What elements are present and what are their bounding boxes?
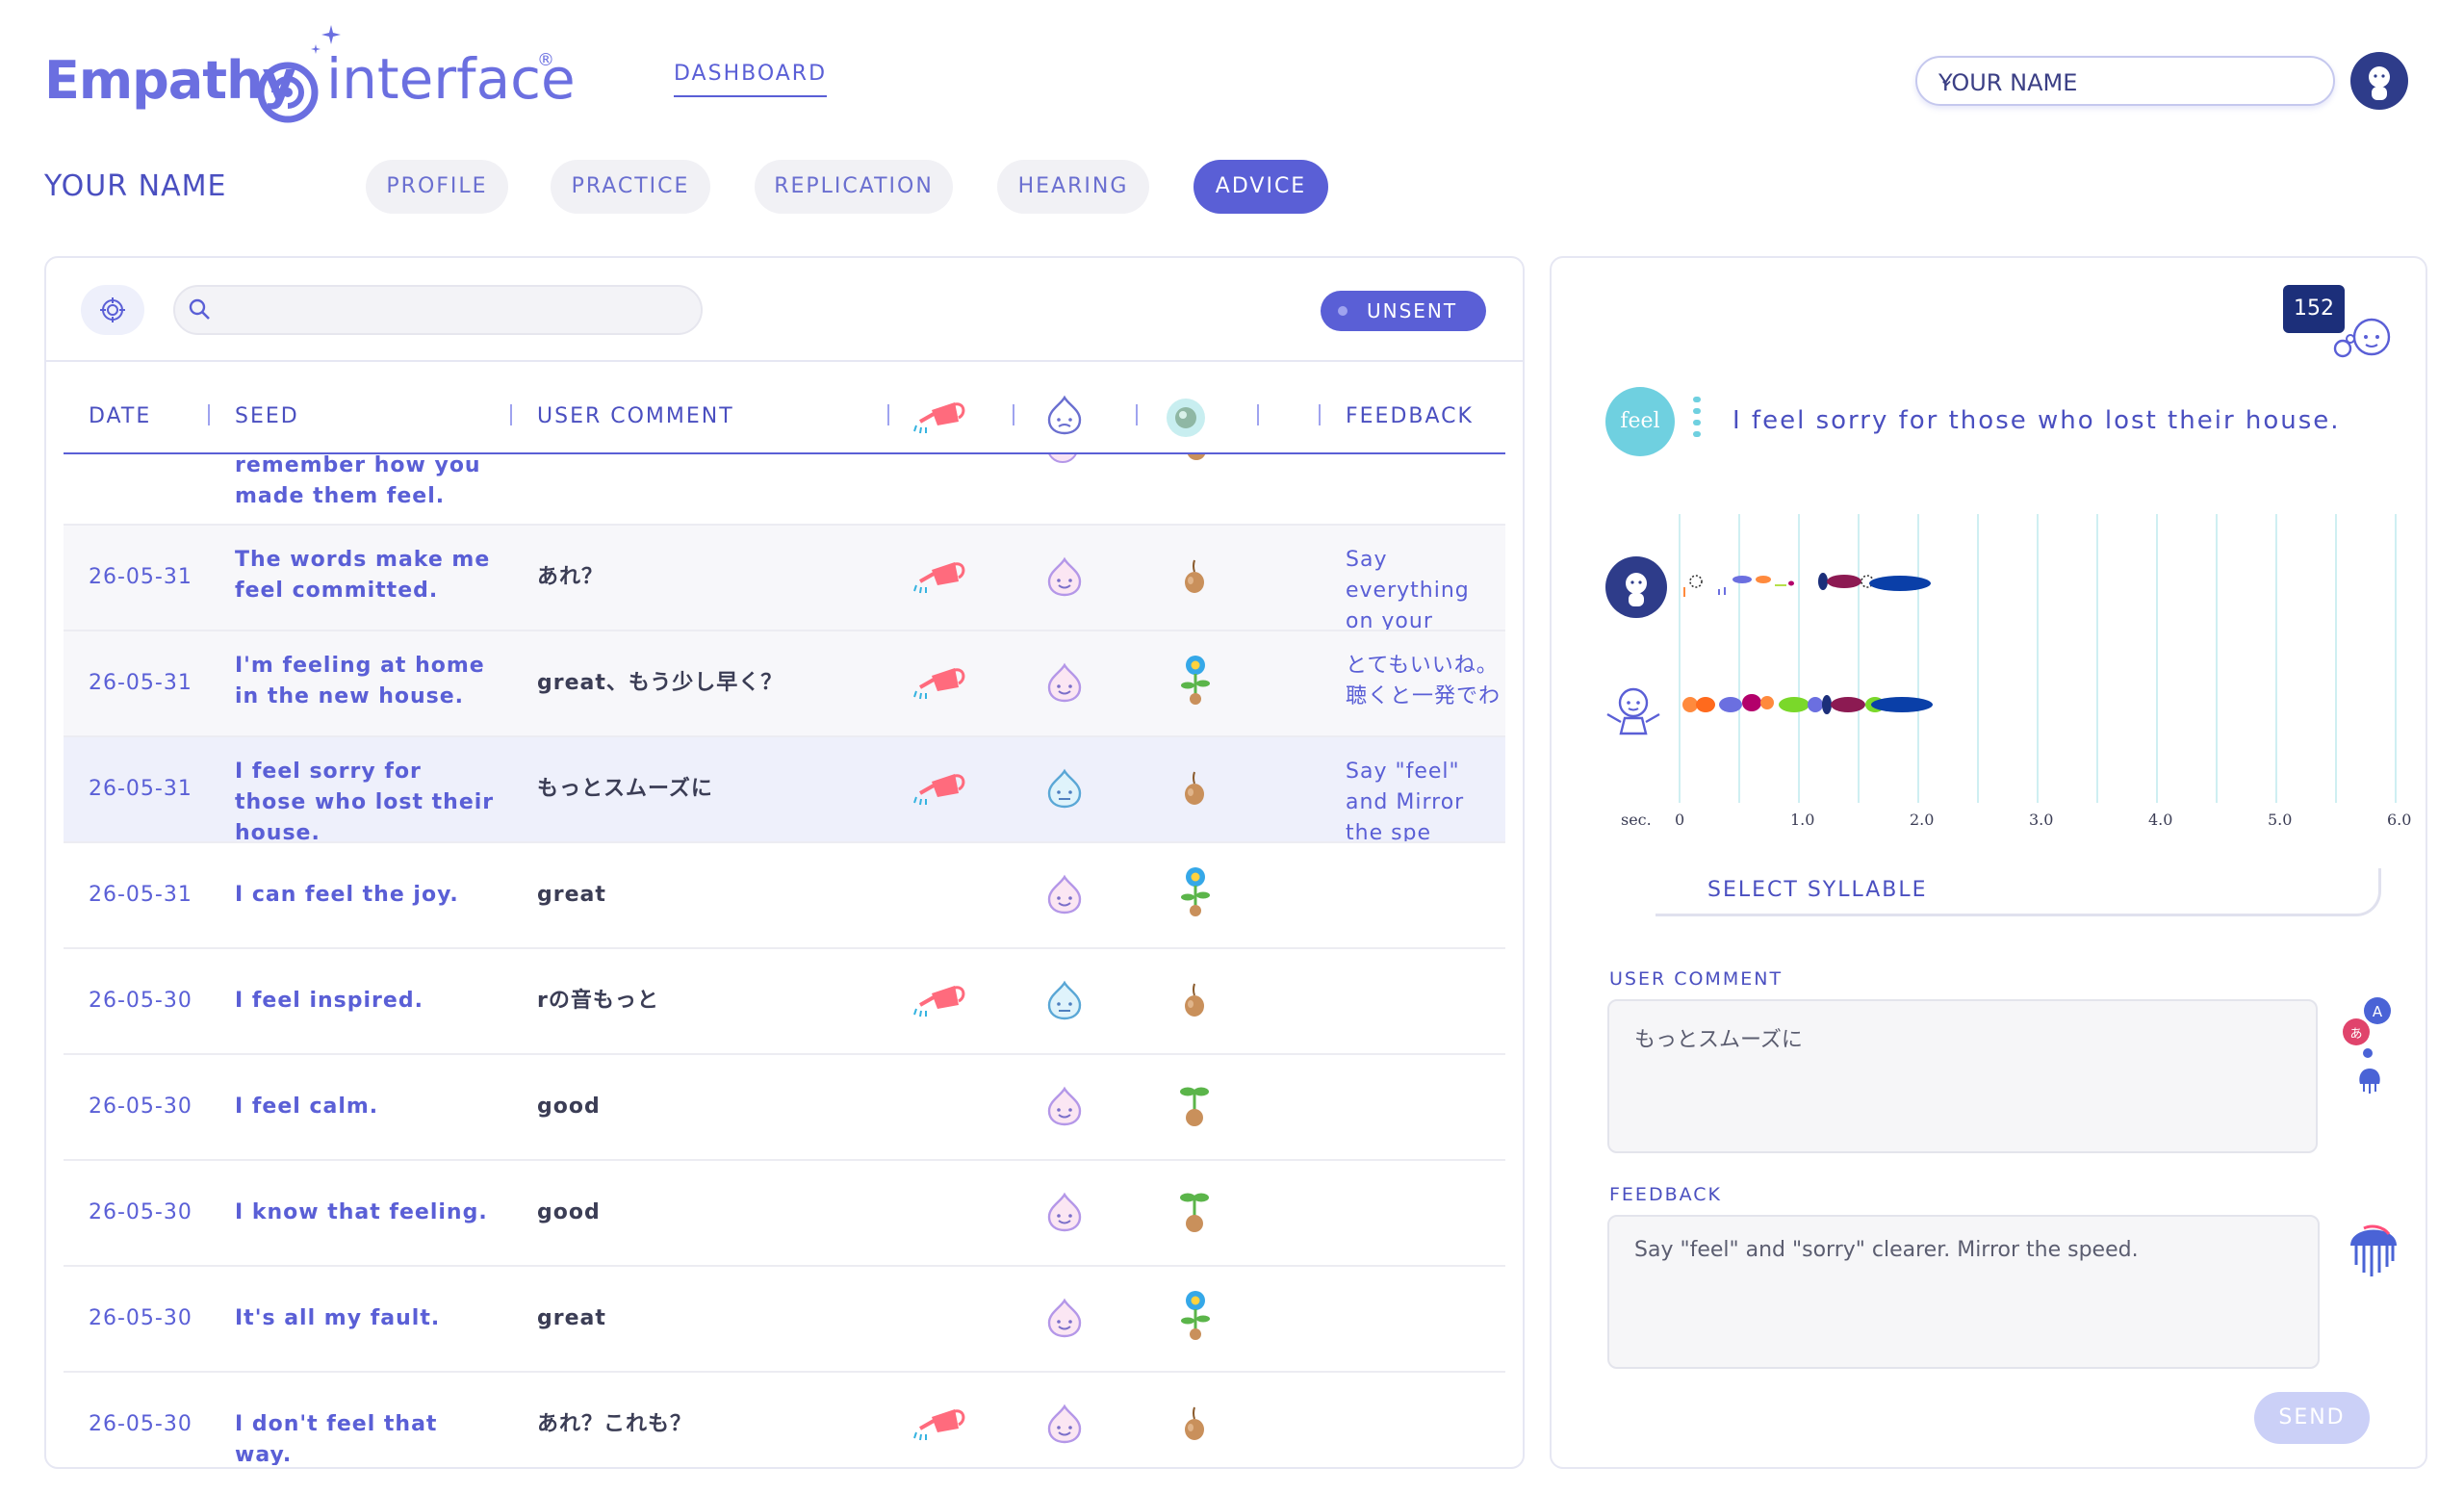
pink-smile-face-icon: [1047, 1404, 1082, 1444]
bulb-icon: [1185, 1406, 1204, 1440]
date-text: 26-05-30: [89, 1306, 192, 1330]
flower-icon: [1181, 656, 1210, 705]
table-row[interactable]: 26-05-31 The words make me feel committe…: [64, 526, 1505, 631]
table-row[interactable]: 26-05-30 I feel inspired. rの音もっと: [64, 949, 1505, 1055]
audio-level-icon: [1693, 397, 1701, 437]
svg-text:A: A: [2373, 1003, 2383, 1020]
pink-smile-face-icon: [1047, 1192, 1082, 1232]
bulb-icon: [1185, 559, 1204, 593]
user-syllable-track: [1683, 573, 1931, 597]
user-track-avatar: [1605, 556, 1667, 618]
pink-smile-face-icon: [1047, 662, 1082, 703]
table-row[interactable]: 26-05-31 I'm feeling at home in the new …: [64, 631, 1505, 737]
date-text: 26-05-30: [89, 1412, 192, 1436]
watering-can-icon[interactable]: [912, 764, 970, 809]
pink-smile-face-icon: [1047, 874, 1082, 914]
listener-character-icon: [2333, 318, 2391, 358]
blue-neutral-face-icon: [1047, 768, 1082, 809]
comment-text: great: [537, 1306, 606, 1330]
seed-text: remember how you made them feel.: [235, 454, 481, 508]
user-comment-value: もっとスムーズに: [1634, 1028, 1803, 1052]
comment-text: あれ？これも？: [537, 1412, 693, 1436]
axis-unit-label: sec.: [1621, 811, 1652, 829]
feedback-label: FEEDBACK: [1609, 1184, 1722, 1205]
jellyfish-icon: [2350, 1224, 2397, 1276]
seed-text: I'm feeling at home in the new house.: [235, 654, 485, 708]
watering-can-icon[interactable]: [912, 1400, 970, 1444]
tick-label: 6.0: [2387, 811, 2412, 829]
flower-icon: [1181, 1291, 1210, 1340]
table-row[interactable]: 26-05-30 I know that feeling. good: [64, 1161, 1505, 1267]
tick-label: 1.0: [1790, 811, 1815, 829]
tick-label: 2.0: [1910, 811, 1935, 829]
table-row-selected[interactable]: 26-05-31 I feel sorry for those who lost…: [64, 737, 1505, 843]
comment-text: rの音もっと: [537, 989, 659, 1013]
seed-text: It's all my fault.: [235, 1306, 441, 1330]
tick-label: 4.0: [2148, 811, 2173, 829]
seed-text: I don't feel that way.: [235, 1412, 438, 1465]
syllable-timeline[interactable]: [1675, 514, 2426, 803]
comment-text: good: [537, 1095, 601, 1119]
seed-text: I can feel the joy.: [235, 883, 459, 907]
user-comment-label: USER COMMENT: [1609, 968, 1784, 990]
feedback-field[interactable]: Say "feel" and "sorry" clearer. Mirror t…: [1607, 1215, 2320, 1369]
avatar-figure-icon: [1626, 573, 1647, 606]
tick-label: 5.0: [2268, 811, 2293, 829]
seed-text: I feel sorry for those who lost their ho…: [235, 760, 495, 843]
comment-text: great: [537, 883, 606, 907]
comment-text: good: [537, 1200, 601, 1224]
pink-smile-face-icon: [1047, 1298, 1082, 1338]
table-row[interactable]: 26-05-31 I can feel the joy. great: [64, 843, 1505, 949]
pink-smile-face-icon: [1047, 556, 1082, 597]
date-text: 26-05-31: [89, 565, 192, 589]
bulb-icon: [1185, 771, 1204, 805]
comment-text: あれ？: [537, 565, 604, 589]
send-button[interactable]: SEND: [2254, 1392, 2370, 1444]
date-text: 26-05-30: [89, 1200, 192, 1224]
bulb-icon: [1185, 983, 1204, 1017]
table-row[interactable]: 26-05-30 I feel calm. good: [64, 1055, 1505, 1161]
table-row-partial[interactable]: remember how you made them feel.: [64, 454, 1505, 526]
mood-face-icon: [1048, 454, 1077, 464]
feedback-text: とてもいいね。 聴くと一発でわ: [1346, 654, 1502, 708]
date-text: 26-05-31: [89, 671, 192, 695]
feel-badge: feel: [1605, 387, 1675, 456]
pink-smile-face-icon: [1047, 1086, 1082, 1126]
select-syllable-button[interactable]: SELECT SYLLABLE: [1656, 868, 2381, 916]
seed-text: I feel inspired.: [235, 989, 424, 1013]
date-text: 26-05-31: [89, 883, 192, 907]
watering-can-icon[interactable]: [912, 658, 970, 703]
selected-sentence: I feel sorry for those who lost their ho…: [1732, 406, 2341, 435]
table-row[interactable]: 26-05-30 I don't feel that way. あれ？これも？: [64, 1373, 1505, 1465]
model-syllable-track: [1682, 694, 1933, 714]
watering-can-icon[interactable]: [912, 553, 970, 597]
sprout-icon: [1180, 1087, 1209, 1126]
watering-can-icon[interactable]: [912, 976, 970, 1020]
feedback-text: Say everything on your pronu: [1346, 548, 1470, 631]
date-text: 26-05-30: [89, 989, 192, 1013]
comment-text: great、もう少し早く？: [537, 671, 783, 695]
tick-label: 0: [1675, 811, 1685, 829]
blue-neutral-face-icon: [1047, 980, 1082, 1020]
tick-label: 3.0: [2029, 811, 2054, 829]
translate-icon[interactable]: A あ: [2339, 995, 2399, 1101]
table-row[interactable]: 26-05-30 It's all my fault. great: [64, 1267, 1505, 1373]
date-text: 26-05-30: [89, 1095, 192, 1119]
feedback-value: Say "feel" and "sorry" clearer. Mirror t…: [1634, 1238, 2139, 1262]
seed-text: The words make me feel committed.: [235, 548, 491, 603]
bulb-icon: [1187, 454, 1206, 460]
feedback-text: Say "feel" and Mirror the spe: [1346, 760, 1465, 843]
seed-text: I feel calm.: [235, 1095, 379, 1119]
svg-text:あ: あ: [2349, 1027, 2362, 1042]
select-syllable-label: SELECT SYLLABLE: [1707, 878, 1928, 902]
seed-text: I know that feeling.: [235, 1200, 488, 1224]
user-comment-field[interactable]: もっとスムーズに: [1607, 999, 2318, 1153]
comment-text: もっとスムーズに: [537, 777, 713, 801]
model-character-icon: [1606, 687, 1660, 735]
flower-icon: [1181, 867, 1210, 916]
date-text: 26-05-31: [89, 777, 192, 801]
sprout-icon: [1180, 1193, 1209, 1232]
